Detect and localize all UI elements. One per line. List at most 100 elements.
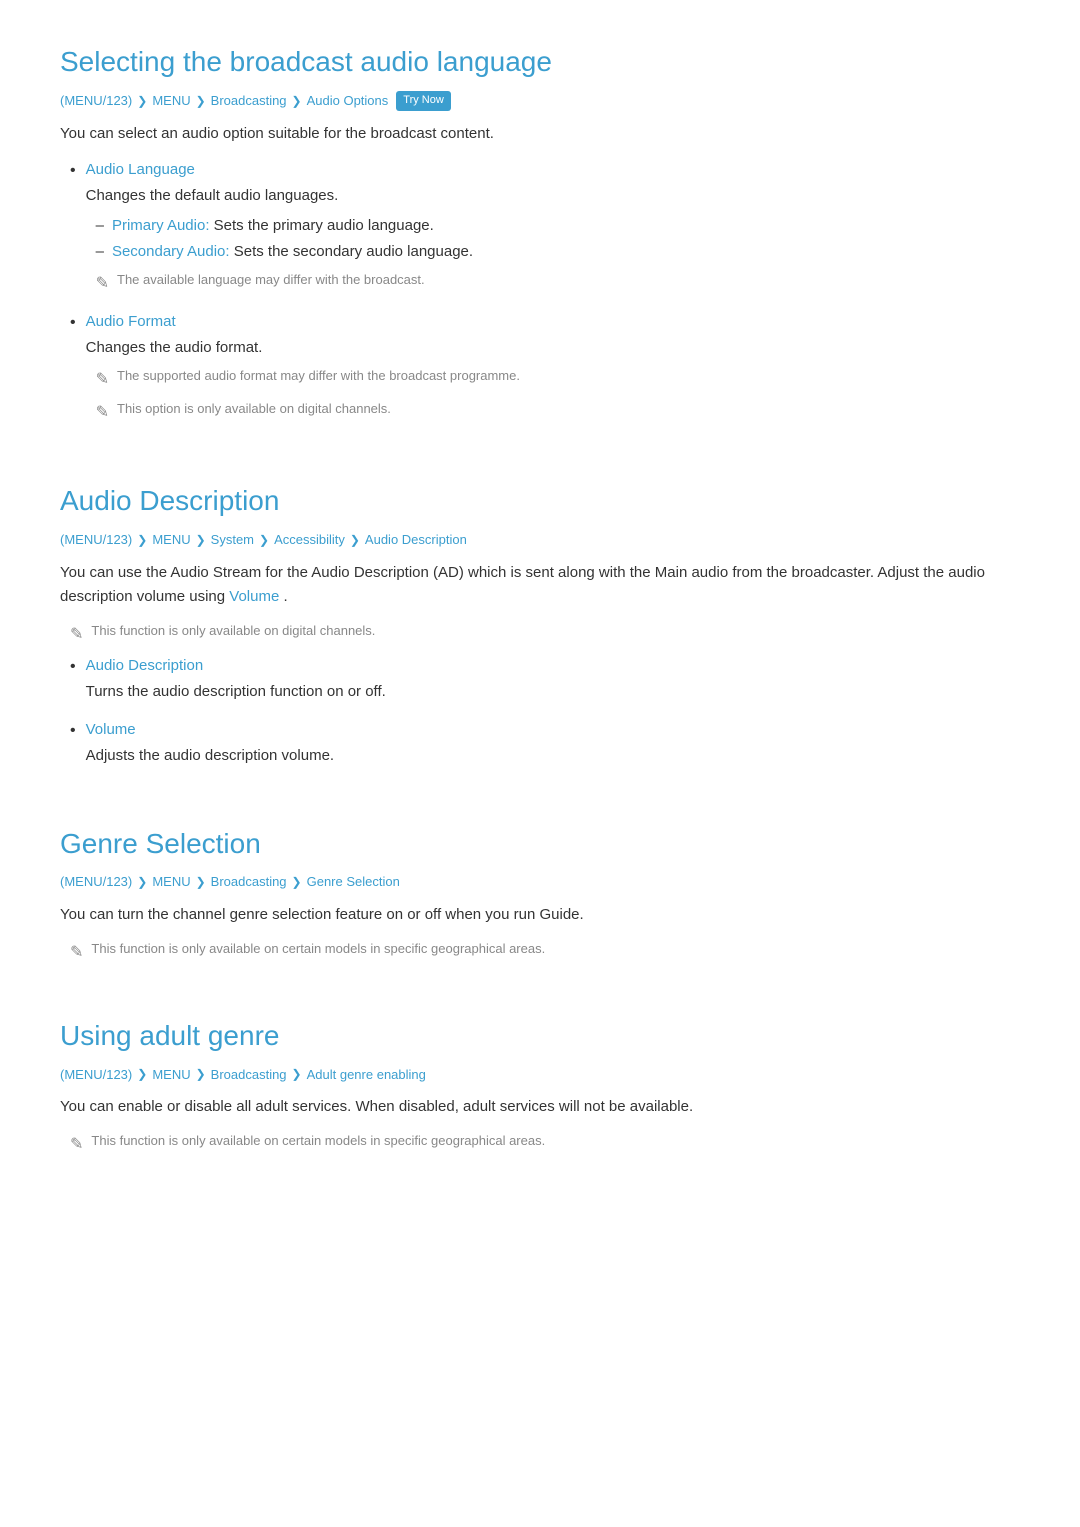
bullet-dot-ad-1: •	[70, 656, 76, 678]
bc-gs-menu123: (MENU/123)	[60, 872, 132, 893]
bc-ag-sep-1: ❯	[137, 1065, 147, 1084]
breadcrumb-adult-genre: (MENU/123) ❯ MENU ❯ Broadcasting ❯ Adult…	[60, 1065, 1020, 1086]
audio-format-label: Audio Format	[86, 310, 1020, 334]
secondary-audio-label: Secondary Audio:	[112, 243, 230, 260]
bullet-dot-2: •	[70, 312, 76, 334]
note-audio-format-1: ✎ The supported audio format may differ …	[96, 366, 1020, 393]
pencil-icon-ad-top: ✎	[70, 622, 83, 648]
ad-body-link: Volume	[229, 588, 279, 605]
bc-ad-audio-description: Audio Description	[365, 530, 467, 551]
section-body-adult-genre: You can enable or disable all adult serv…	[60, 1095, 1020, 1119]
sub-label-secondary: Secondary Audio: Sets the secondary audi…	[112, 240, 473, 264]
section-body-genre-selection: You can turn the channel genre selection…	[60, 903, 1020, 927]
bc-gs-broadcasting: Broadcasting	[211, 872, 287, 893]
bc-ag-broadcasting: Broadcasting	[211, 1065, 287, 1086]
section-title-audio-description: Audio Description	[60, 479, 1020, 524]
bc-ag-adult-genre: Adult genre enabling	[307, 1065, 426, 1086]
bc-ad-sep-3: ❯	[259, 531, 269, 550]
sub-dash-2: –	[96, 240, 104, 264]
bc-ad-sep-2: ❯	[196, 531, 206, 550]
bc-ad-sep-4: ❯	[350, 531, 360, 550]
primary-audio-text: Sets the primary audio language.	[214, 217, 434, 234]
ad-function-label: Audio Description	[86, 654, 1020, 678]
bullet-content-ad-function: Audio Description Turns the audio descri…	[86, 654, 1020, 710]
bullet-list-broadcast-audio: • Audio Language Changes the default aud…	[60, 158, 1020, 432]
bullet-dot-1: •	[70, 160, 76, 182]
bc-gs-sep-2: ❯	[196, 873, 206, 892]
bc-gs-sep-3: ❯	[292, 873, 302, 892]
bc-gs-menu: MENU	[152, 872, 190, 893]
section-body-broadcast-audio: You can select an audio option suitable …	[60, 122, 1020, 146]
audio-format-desc: Changes the audio format.	[86, 336, 1020, 360]
section-title-broadcast-audio: Selecting the broadcast audio language	[60, 40, 1020, 85]
sub-label-primary: Primary Audio: Sets the primary audio la…	[112, 214, 434, 238]
bc-ad-sep-1: ❯	[137, 531, 147, 550]
list-item-audio-format: • Audio Format Changes the audio format.…	[60, 310, 1020, 431]
bc-ad-accessibility: Accessibility	[274, 530, 345, 551]
bc-ag-sep-2: ❯	[196, 1065, 206, 1084]
note-text-ad-top: This function is only available on digit…	[91, 621, 375, 641]
pencil-icon-ag: ✎	[70, 1132, 83, 1158]
breadcrumb-broadcasting: Broadcasting	[211, 91, 287, 112]
bc-ad-menu123: (MENU/123)	[60, 530, 132, 551]
breadcrumb-genre-selection: (MENU/123) ❯ MENU ❯ Broadcasting ❯ Genre…	[60, 872, 1020, 893]
list-item-ad-function: • Audio Description Turns the audio desc…	[60, 654, 1020, 710]
section-title-adult-genre: Using adult genre	[60, 1014, 1020, 1059]
note-genre-selection: ✎ This function is only available on cer…	[70, 939, 1020, 966]
note-ad-top: ✎ This function is only available on dig…	[70, 621, 1020, 648]
bc-ad-system: System	[211, 530, 254, 551]
section-body-audio-description: You can use the Audio Stream for the Aud…	[60, 561, 1020, 609]
bullet-content-audio-language: Audio Language Changes the default audio…	[86, 158, 1020, 303]
ad-function-desc: Turns the audio description function on …	[86, 680, 1020, 704]
bullet-list-audio-description: • Audio Description Turns the audio desc…	[60, 654, 1020, 774]
sub-list-audio-language: – Primary Audio: Sets the primary audio …	[86, 214, 1020, 264]
bc-gs-genre-selection: Genre Selection	[307, 872, 400, 893]
breadcrumb-sep-3: ❯	[292, 92, 302, 111]
sub-dash-1: –	[96, 214, 104, 238]
ad-body-text: You can use the Audio Stream for the Aud…	[60, 564, 985, 605]
note-text-audio-format-2: This option is only available on digital…	[117, 399, 391, 419]
breadcrumb-audio-description: (MENU/123) ❯ MENU ❯ System ❯ Accessibili…	[60, 530, 1020, 551]
primary-audio-label: Primary Audio:	[112, 217, 210, 234]
breadcrumb-menu: MENU	[152, 91, 190, 112]
breadcrumb-menu123: (MENU/123)	[60, 91, 132, 112]
try-now-badge[interactable]: Try Now	[396, 91, 451, 111]
list-item-ad-volume: • Volume Adjusts the audio description v…	[60, 718, 1020, 774]
list-item-audio-language: • Audio Language Changes the default aud…	[60, 158, 1020, 303]
section-title-genre-selection: Genre Selection	[60, 822, 1020, 867]
section-audio-description: Audio Description (MENU/123) ❯ MENU ❯ Sy…	[60, 479, 1020, 773]
breadcrumb-sep-1: ❯	[137, 92, 147, 111]
note-text-audio-language: The available language may differ with t…	[117, 270, 425, 290]
ad-body-suffix: .	[283, 588, 287, 605]
bc-gs-sep-1: ❯	[137, 873, 147, 892]
section-broadcast-audio: Selecting the broadcast audio language (…	[60, 40, 1020, 431]
bullet-content-audio-format: Audio Format Changes the audio format. ✎…	[86, 310, 1020, 431]
pencil-icon-gs: ✎	[70, 940, 83, 966]
bullet-content-ad-volume: Volume Adjusts the audio description vol…	[86, 718, 1020, 774]
audio-language-desc: Changes the default audio languages.	[86, 184, 1020, 208]
breadcrumb-audio-options: Audio Options	[307, 91, 389, 112]
bc-ad-menu: MENU	[152, 530, 190, 551]
note-text-genre-selection: This function is only available on certa…	[91, 939, 545, 959]
note-text-audio-format-1: The supported audio format may differ wi…	[117, 366, 520, 386]
sub-item-secondary-audio: – Secondary Audio: Sets the secondary au…	[86, 240, 1020, 264]
ad-volume-desc: Adjusts the audio description volume.	[86, 744, 1020, 768]
secondary-audio-text: Sets the secondary audio language.	[234, 243, 473, 260]
section-genre-selection: Genre Selection (MENU/123) ❯ MENU ❯ Broa…	[60, 822, 1020, 966]
section-adult-genre: Using adult genre (MENU/123) ❯ MENU ❯ Br…	[60, 1014, 1020, 1158]
note-audio-format-2: ✎ This option is only available on digit…	[96, 399, 1020, 426]
bc-ag-sep-3: ❯	[292, 1065, 302, 1084]
note-text-adult-genre: This function is only available on certa…	[91, 1131, 545, 1151]
audio-language-label: Audio Language	[86, 158, 1020, 182]
bc-ag-menu: MENU	[152, 1065, 190, 1086]
sub-item-primary-audio: – Primary Audio: Sets the primary audio …	[86, 214, 1020, 238]
bullet-dot-ad-2: •	[70, 720, 76, 742]
breadcrumb-sep-2: ❯	[196, 92, 206, 111]
pencil-icon-2: ✎	[96, 367, 109, 393]
note-adult-genre: ✎ This function is only available on cer…	[70, 1131, 1020, 1158]
note-audio-language: ✎ The available language may differ with…	[96, 270, 1020, 297]
pencil-icon-3: ✎	[96, 400, 109, 426]
ad-volume-label: Volume	[86, 718, 1020, 742]
pencil-icon-1: ✎	[96, 271, 109, 297]
breadcrumb-broadcast-audio: (MENU/123) ❯ MENU ❯ Broadcasting ❯ Audio…	[60, 91, 1020, 112]
